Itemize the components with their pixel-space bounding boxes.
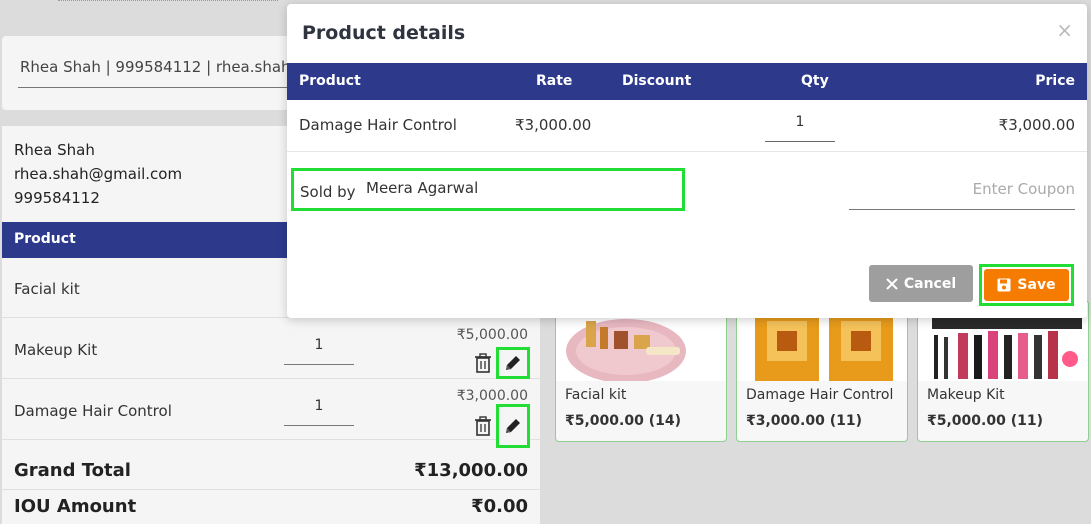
customer-search-card: Rhea Shah | 999584112 | rhea.shah@gmail.… — [2, 36, 308, 110]
grand-total-row: Grand Total ₹13,000.00 — [2, 454, 540, 490]
customer-search-input[interactable]: Rhea Shah | 999584112 | rhea.shah@gmail.… — [18, 58, 308, 88]
qty-input[interactable]: 1 — [765, 110, 835, 142]
product-details-modal: Product details × Product Rate Discount … — [287, 4, 1087, 318]
col-product: Product — [299, 73, 361, 89]
trash-icon[interactable] — [474, 353, 492, 373]
col-discount: Discount — [622, 73, 692, 89]
iou-row: IOU Amount ₹0.00 — [2, 490, 540, 524]
tile-name: Facial kit — [565, 387, 627, 403]
cart-qty-input[interactable]: 1 — [284, 331, 354, 365]
cart-item-price: ₹3,000.00 — [456, 388, 528, 404]
cart-item-name: Makeup Kit — [14, 341, 98, 359]
modal-product-row: Damage Hair Control ₹3,000.00 1 ₹3,000.0… — [287, 100, 1087, 152]
col-price: Price — [1035, 73, 1075, 89]
grand-total-label: Grand Total — [14, 460, 131, 481]
cancel-button[interactable]: Cancel — [869, 265, 973, 302]
tile-name: Damage Hair Control — [746, 387, 894, 403]
iou-label: IOU Amount — [14, 496, 137, 517]
cancel-label: Cancel — [903, 275, 957, 292]
col-qty: Qty — [801, 73, 829, 89]
product-tile-facial-kit[interactable]: Facial kit ₹5,000.00 (14) — [555, 300, 727, 442]
cart-item-name: Facial kit — [14, 280, 80, 298]
grand-total-value: ₹13,000.00 — [414, 460, 528, 481]
modal-title: Product details — [302, 22, 466, 44]
modal-table-header: Product Rate Discount Qty Price — [287, 63, 1087, 100]
close-icon[interactable]: × — [1056, 18, 1073, 42]
save-button[interactable]: Save — [984, 269, 1069, 301]
product-tile-makeup-kit[interactable]: Makeup Kit ₹5,000.00 (11) — [917, 300, 1089, 442]
tile-price: ₹5,000.00 (14) — [565, 413, 681, 429]
coupon-input[interactable]: Enter Coupon — [849, 174, 1075, 210]
top-divider — [58, 0, 278, 1]
cart-item-price: ₹5,000.00 — [456, 327, 528, 343]
close-icon — [886, 277, 898, 290]
product-tile-damage-hair-control[interactable]: Damage Hair Control ₹3,000.00 (11) — [736, 300, 908, 442]
cart-row: Damage Hair Control 1 ₹3,000.00 — [2, 380, 540, 448]
customer-phone: 999584112 — [14, 189, 100, 207]
sold-by-value[interactable]: Meera Agarwal — [366, 179, 478, 197]
trash-icon[interactable] — [474, 416, 492, 436]
customer-info: Rhea Shah rhea.shah@gmail.com 999584112 — [14, 138, 182, 210]
tile-price: ₹5,000.00 (11) — [927, 413, 1043, 429]
pencil-icon — [506, 356, 520, 370]
tile-name: Makeup Kit — [927, 387, 1005, 403]
save-button-highlight: Save — [979, 264, 1074, 306]
sold-by-field[interactable]: Sold by Meera Agarwal — [291, 168, 685, 211]
col-rate: Rate — [536, 73, 573, 89]
floppy-disk-icon — [997, 278, 1011, 292]
cart-row: Makeup Kit 1 ₹5,000.00 — [2, 319, 540, 379]
row-rate: ₹3,000.00 — [515, 116, 592, 134]
sold-by-label: Sold by — [300, 183, 356, 201]
edit-button[interactable] — [496, 347, 530, 379]
customer-name: Rhea Shah — [14, 141, 95, 159]
customer-email: rhea.shah@gmail.com — [14, 165, 183, 183]
tile-price: ₹3,000.00 (11) — [746, 413, 862, 429]
pencil-icon — [506, 419, 520, 433]
iou-value: ₹0.00 — [471, 496, 528, 517]
save-label: Save — [1017, 277, 1056, 293]
edit-button[interactable] — [496, 404, 530, 448]
cart-qty-input[interactable]: 1 — [284, 392, 354, 426]
row-price: ₹3,000.00 — [998, 116, 1075, 134]
row-product: Damage Hair Control — [299, 116, 457, 134]
cart-item-name: Damage Hair Control — [14, 402, 172, 420]
